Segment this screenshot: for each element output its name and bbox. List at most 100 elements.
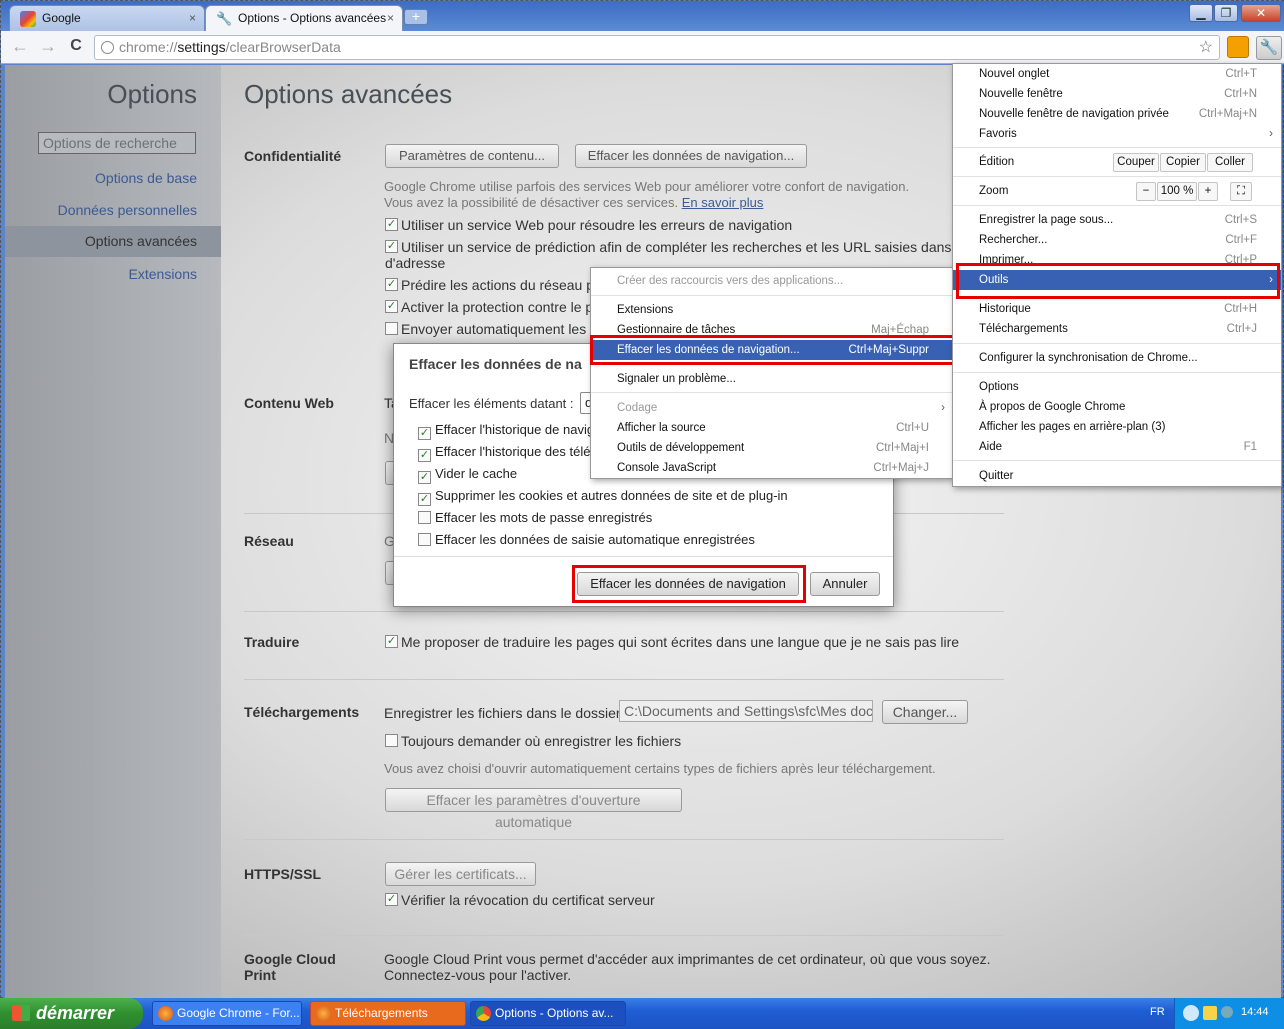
checkbox[interactable]: ✓ bbox=[418, 493, 431, 506]
translate-checkbox[interactable]: ✓ bbox=[385, 635, 398, 648]
tab-strip: Google × 🔧 Options - Options avancées × … bbox=[1, 1, 1284, 31]
menu-item-dev-tools[interactable]: Outils de développement Ctrl+Maj+I bbox=[591, 438, 953, 458]
menu-item-report-issue[interactable]: Signaler un problème... bbox=[591, 369, 953, 389]
learn-more-link[interactable]: En savoir plus bbox=[682, 195, 764, 210]
ask-location-label: Toujours demander où enregistrer les fic… bbox=[401, 733, 682, 749]
checkbox[interactable]: ✓ bbox=[418, 449, 431, 462]
wrench-menu-button[interactable]: 🔧 bbox=[1256, 36, 1282, 60]
close-tab-icon[interactable]: × bbox=[387, 6, 394, 30]
paste-button[interactable]: Coller bbox=[1207, 153, 1253, 172]
menu-item-help[interactable]: Aide F1 bbox=[953, 437, 1281, 457]
bookmark-star-icon[interactable]: ☆ bbox=[1199, 36, 1213, 59]
menu-item-task-manager[interactable]: Gestionnaire de tâches Maj+Échap bbox=[591, 320, 953, 340]
zoom-out-button[interactable]: − bbox=[1136, 182, 1156, 201]
sidebar-item-basic[interactable]: Options de base bbox=[95, 170, 197, 186]
menu-item-new-tab[interactable]: Nouvel onglet Ctrl+T bbox=[953, 64, 1281, 84]
clear-browsing-data-button[interactable]: Effacer les données de navigation... bbox=[575, 144, 807, 168]
page-title: Options avancées bbox=[244, 79, 453, 109]
sidebar-item-personal[interactable]: Données personnelles bbox=[58, 202, 197, 218]
download-folder-label: Enregistrer les fichiers dans le dossier… bbox=[384, 705, 629, 721]
settings-search-input[interactable]: Options de recherche bbox=[38, 132, 196, 154]
reload-button[interactable]: C bbox=[65, 36, 87, 58]
option-label: Envoyer automatiquement les sta bbox=[401, 321, 609, 337]
checkbox[interactable]: ✓ bbox=[418, 471, 431, 484]
menu-item-js-console[interactable]: Console JavaScript Ctrl+Maj+J bbox=[591, 458, 953, 478]
checkbox[interactable]: ✓ bbox=[385, 300, 398, 313]
translate-label: Me proposer de traduire les pages qui so… bbox=[401, 634, 960, 650]
cancel-button[interactable]: Annuler bbox=[810, 572, 880, 596]
start-label: démarrer bbox=[36, 1003, 115, 1023]
tray-icon[interactable] bbox=[1203, 1006, 1217, 1020]
menu-separator bbox=[953, 372, 1281, 373]
menu-item-view-source[interactable]: Afficher la source Ctrl+U bbox=[591, 418, 953, 438]
menu-separator bbox=[953, 343, 1281, 344]
tray-icon[interactable] bbox=[1183, 1005, 1199, 1021]
menu-item-new-window[interactable]: Nouvelle fenêtre Ctrl+N bbox=[953, 84, 1281, 104]
checkbox[interactable] bbox=[418, 511, 431, 524]
taskbar-button-firefox[interactable]: Google Chrome - For... bbox=[152, 1001, 302, 1026]
dialog-option-row[interactable]: ✓ Effacer l'historique de navig bbox=[418, 422, 594, 440]
option-label-continued: d'adresse bbox=[385, 255, 446, 271]
menu-item-extensions[interactable]: Extensions bbox=[591, 300, 953, 320]
checkbox[interactable] bbox=[385, 322, 398, 335]
menu-separator bbox=[591, 392, 953, 393]
menu-item-sync[interactable]: Configurer la synchronisation de Chrome.… bbox=[953, 348, 1281, 368]
divider bbox=[244, 839, 1004, 840]
copy-button[interactable]: Copier bbox=[1160, 153, 1206, 172]
start-button[interactable]: démarrer bbox=[0, 998, 143, 1029]
dialog-option-row[interactable]: Effacer les données de saisie automatiqu… bbox=[418, 532, 755, 547]
address-bar[interactable]: chrome://settings/clearBrowserData ☆ bbox=[94, 35, 1220, 60]
taskbar-button-downloads[interactable]: Téléchargements bbox=[310, 1001, 466, 1026]
fullscreen-icon[interactable]: ⛶ bbox=[1230, 182, 1252, 201]
dialog-option-row[interactable]: ✓ Supprimer les cookies et autres données… bbox=[418, 488, 788, 506]
menu-item-background-pages[interactable]: Afficher les pages en arrière-plan (3) bbox=[953, 417, 1281, 437]
ask-location-checkbox[interactable] bbox=[385, 734, 398, 747]
sidebar-item-extensions[interactable]: Extensions bbox=[129, 266, 197, 282]
tab-options[interactable]: 🔧 Options - Options avancées × bbox=[205, 5, 403, 31]
menu-item-about[interactable]: À propos de Google Chrome bbox=[953, 397, 1281, 417]
system-tray: 14:44 bbox=[1174, 998, 1284, 1029]
dialog-option-row[interactable]: ✓ Effacer l'historique des télé bbox=[418, 444, 590, 462]
new-tab-button[interactable]: + bbox=[404, 9, 428, 25]
menu-item-clear-browsing-data[interactable]: Effacer les données de navigation... Ctrl… bbox=[591, 340, 953, 360]
menu-item-downloads[interactable]: Téléchargements Ctrl+J bbox=[953, 319, 1281, 339]
minimize-button[interactable]: ▁ bbox=[1189, 4, 1213, 22]
revocation-checkbox[interactable]: ✓ bbox=[385, 893, 398, 906]
menu-item-tools[interactable]: Outils › bbox=[953, 270, 1281, 290]
checkbox[interactable]: ✓ bbox=[385, 278, 398, 291]
close-tab-icon[interactable]: × bbox=[189, 6, 196, 30]
menu-item-find[interactable]: Rechercher... Ctrl+F bbox=[953, 230, 1281, 250]
menu-item-print[interactable]: Imprimer... Ctrl+P bbox=[953, 250, 1281, 264]
menu-item-options[interactable]: Options bbox=[953, 377, 1281, 397]
windows-taskbar: démarrer Google Chrome - For... Téléchar… bbox=[0, 998, 1284, 1029]
extension-icon[interactable] bbox=[1227, 36, 1249, 58]
menu-item-history[interactable]: Historique Ctrl+H bbox=[953, 299, 1281, 319]
maximize-button[interactable]: ❐ bbox=[1214, 4, 1238, 22]
checkbox[interactable] bbox=[418, 533, 431, 546]
tab-google[interactable]: Google × bbox=[9, 5, 205, 31]
dialog-option-row[interactable]: Effacer les mots de passe enregistrés bbox=[418, 510, 652, 525]
zoom-in-button[interactable]: + bbox=[1198, 182, 1218, 201]
sidebar-item-advanced[interactable]: Options avancées bbox=[5, 226, 221, 257]
language-indicator[interactable]: FR bbox=[1150, 1006, 1165, 1018]
close-window-button[interactable]: ✕ bbox=[1241, 4, 1281, 22]
forward-button[interactable]: → bbox=[37, 36, 59, 58]
taskbar-button-options[interactable]: Options - Options av... bbox=[470, 1001, 626, 1026]
back-button[interactable]: ← bbox=[9, 36, 31, 58]
reset-auto-open-button[interactable]: Effacer les paramètres d'ouverture autom… bbox=[385, 788, 682, 830]
menu-item-incognito[interactable]: Nouvelle fenêtre de navigation privée Ctr… bbox=[953, 104, 1281, 124]
menu-item-quit[interactable]: Quitter bbox=[953, 466, 1281, 486]
confirm-clear-button[interactable]: Effacer les données de navigation bbox=[577, 572, 799, 596]
manage-certificates-button[interactable]: Gérer les certificats... bbox=[385, 862, 536, 886]
cut-button[interactable]: Couper bbox=[1113, 153, 1159, 172]
content-settings-button[interactable]: Paramètres de contenu... bbox=[385, 144, 559, 168]
change-folder-button[interactable]: Changer... bbox=[882, 700, 968, 724]
checkbox[interactable]: ✓ bbox=[418, 427, 431, 440]
tray-icon[interactable] bbox=[1221, 1006, 1233, 1018]
checkbox[interactable]: ✓ bbox=[385, 240, 398, 253]
download-folder-field[interactable]: C:\Documents and Settings\sfc\Mes docur bbox=[619, 700, 873, 722]
checkbox[interactable]: ✓ bbox=[385, 218, 398, 231]
menu-item-bookmarks[interactable]: Favoris › bbox=[953, 124, 1281, 144]
menu-item-save-page[interactable]: Enregistrer la page sous... Ctrl+S bbox=[953, 210, 1281, 230]
dialog-option-row[interactable]: ✓ Vider le cache bbox=[418, 466, 517, 484]
